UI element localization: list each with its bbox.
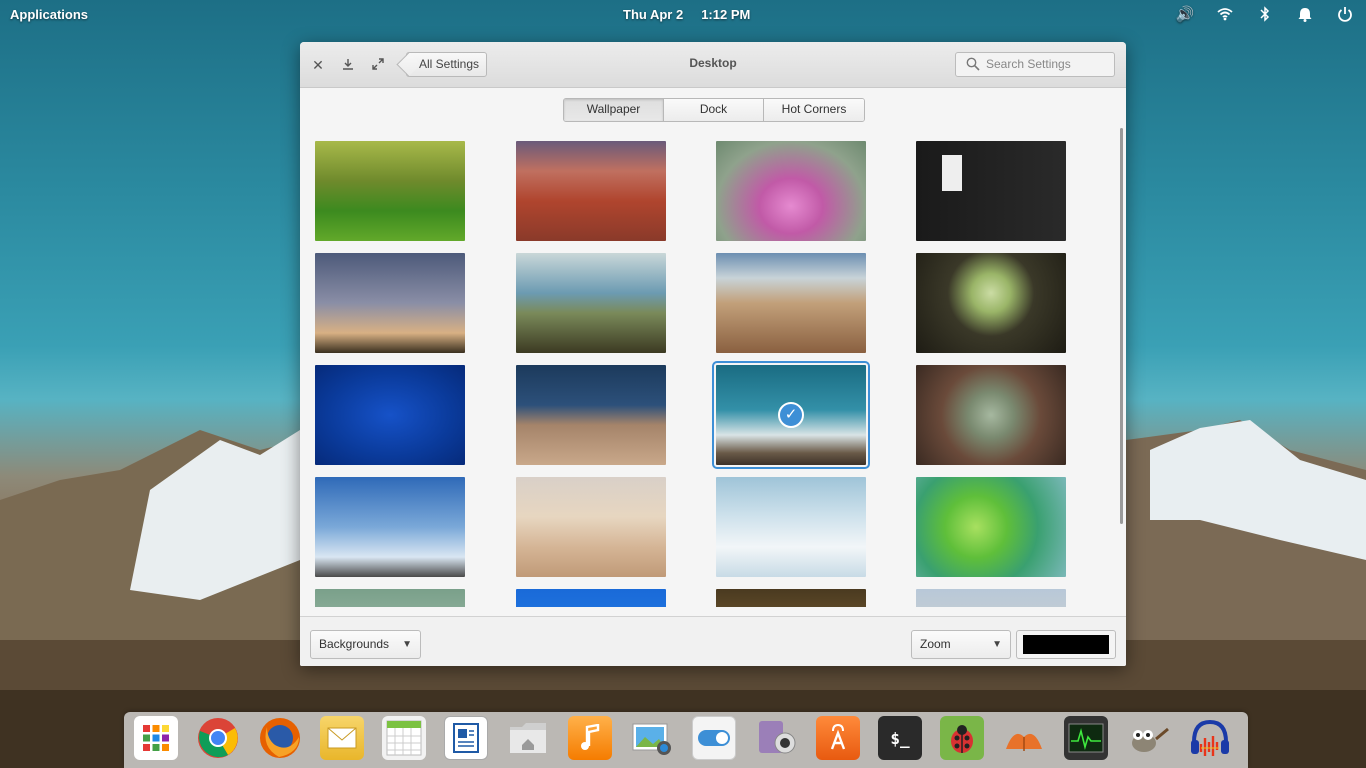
applications-menu[interactable]: Applications bbox=[10, 7, 88, 22]
wallpaper-thumbnail[interactable] bbox=[716, 477, 866, 577]
wallpaper-mode-label: Zoom bbox=[920, 637, 951, 651]
app-center-icon[interactable] bbox=[816, 716, 860, 760]
webcam-icon[interactable] bbox=[754, 716, 798, 760]
system-tray: 🔊 bbox=[1176, 5, 1354, 23]
wallpaper-thumbnail[interactable] bbox=[516, 141, 666, 241]
terminal-prompt-glyph: $_ bbox=[890, 728, 910, 748]
mail-icon[interactable] bbox=[320, 716, 364, 760]
wallpaper-thumbnail[interactable] bbox=[916, 365, 1066, 465]
system-monitor-icon[interactable] bbox=[1064, 716, 1108, 760]
wallpaper-source-select[interactable]: Backgrounds ▼ bbox=[310, 630, 421, 659]
mode-tabs: Wallpaper Dock Hot Corners bbox=[563, 98, 865, 122]
wallpaper-thumbnail[interactable] bbox=[916, 589, 1066, 607]
tab-wallpaper[interactable]: Wallpaper bbox=[564, 99, 664, 121]
photos-icon[interactable] bbox=[630, 716, 674, 760]
wallpaper-thumbnail[interactable] bbox=[516, 253, 666, 353]
tab-hot-corners[interactable]: Hot Corners bbox=[764, 99, 864, 121]
document-writer-icon[interactable] bbox=[444, 716, 488, 760]
wallpaper-thumbnail[interactable] bbox=[516, 589, 666, 607]
wallpaper-thumbnail[interactable] bbox=[516, 477, 666, 577]
chevron-down-icon: ▼ bbox=[402, 639, 412, 650]
wallpaper-thumbnail[interactable] bbox=[716, 253, 866, 353]
titlebar: ✕ All Settings Desktop Search Settings bbox=[300, 42, 1126, 88]
wallpaper-thumbnail[interactable] bbox=[916, 253, 1066, 353]
search-icon bbox=[966, 57, 980, 71]
audio-editor-icon[interactable] bbox=[1188, 716, 1232, 760]
files-icon[interactable] bbox=[506, 716, 550, 760]
power-icon[interactable] bbox=[1336, 5, 1354, 23]
clock-time: 1:12 PM bbox=[701, 7, 751, 22]
wallpaper-grid: ✓ bbox=[315, 141, 1095, 607]
bug-tracker-icon[interactable] bbox=[940, 716, 984, 760]
firefox-icon[interactable] bbox=[258, 716, 302, 760]
wallpaper-thumbnail[interactable] bbox=[315, 141, 465, 241]
settings-window: ✕ All Settings Desktop Search Settings W… bbox=[300, 42, 1126, 666]
wallpaper-thumbnail[interactable] bbox=[916, 141, 1066, 241]
wallpaper-thumbnail[interactable] bbox=[716, 589, 866, 607]
gimp-icon[interactable] bbox=[1126, 716, 1170, 760]
chrome-icon[interactable] bbox=[196, 716, 240, 760]
volume-icon[interactable]: 🔊 bbox=[1176, 5, 1195, 23]
top-panel: Applications Thu Apr 2 1:12 PM 🔊 bbox=[0, 0, 1366, 28]
wallpaper-thumbnail[interactable] bbox=[315, 365, 465, 465]
color-swatch bbox=[1023, 635, 1109, 654]
wallpaper-thumbnail-selected[interactable]: ✓ bbox=[712, 361, 870, 469]
notifications-icon[interactable] bbox=[1296, 5, 1314, 23]
wallpaper-thumbnail[interactable] bbox=[916, 477, 1066, 577]
wallpaper-source-label: Backgrounds bbox=[319, 637, 390, 651]
grid-scrollbar[interactable] bbox=[1120, 128, 1123, 524]
footer-bar: Backgrounds ▼ Zoom ▼ bbox=[300, 616, 1126, 666]
app-grid-icon[interactable] bbox=[134, 716, 178, 760]
wallpaper-mode-select[interactable]: Zoom ▼ bbox=[911, 630, 1011, 659]
lantern-shape bbox=[942, 155, 962, 191]
wallpaper-thumbnail[interactable] bbox=[315, 589, 465, 607]
wallpaper-thumbnail[interactable] bbox=[716, 141, 866, 241]
music-icon[interactable] bbox=[568, 716, 612, 760]
wifi-icon[interactable] bbox=[1216, 5, 1234, 23]
clock[interactable]: Thu Apr 2 1:12 PM bbox=[623, 7, 768, 22]
calendar-icon[interactable] bbox=[382, 716, 426, 760]
wallpaper-thumbnail[interactable] bbox=[516, 365, 666, 465]
selected-check-icon: ✓ bbox=[778, 402, 804, 428]
leaf-icon[interactable] bbox=[1002, 716, 1046, 760]
background-color-button[interactable] bbox=[1016, 630, 1116, 659]
tab-dock[interactable]: Dock bbox=[664, 99, 764, 121]
clock-date: Thu Apr 2 bbox=[623, 7, 684, 22]
chevron-down-icon: ▼ bbox=[992, 639, 1002, 650]
wallpaper-thumbnail[interactable] bbox=[315, 253, 465, 353]
system-settings-icon[interactable] bbox=[692, 716, 736, 760]
bluetooth-icon[interactable] bbox=[1256, 5, 1274, 23]
wallpaper-thumbnail[interactable] bbox=[315, 477, 465, 577]
terminal-icon[interactable]: $_ bbox=[878, 716, 922, 760]
